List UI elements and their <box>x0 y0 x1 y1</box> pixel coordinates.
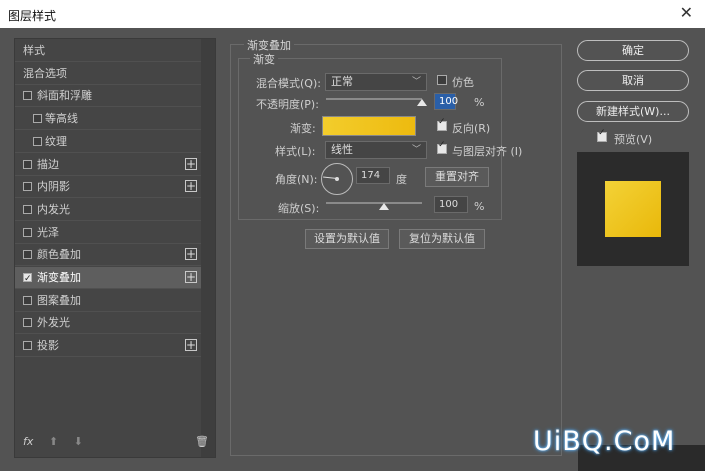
style-list-item[interactable]: 光泽 <box>15 222 201 244</box>
style-checkbox[interactable] <box>23 227 32 237</box>
style-list-item[interactable]: 描边 + <box>15 154 201 176</box>
chevron-down-icon: ﹀ <box>411 77 421 87</box>
style-checkbox[interactable] <box>23 159 32 169</box>
style-item-label: 内阴影 <box>37 180 70 194</box>
blend-mode-select[interactable]: 正常 ﹀ <box>325 73 427 91</box>
style-list-item[interactable]: 外发光 <box>15 312 201 335</box>
gradient-label: 渐变: <box>290 122 316 135</box>
style-list-item[interactable]: 内阴影 + <box>15 176 201 199</box>
opacity-slider-thumb[interactable] <box>417 99 427 106</box>
style-list-item[interactable]: 内发光 <box>15 199 201 221</box>
style-select[interactable]: 线性 ﹀ <box>325 141 427 159</box>
style-checkbox[interactable] <box>23 341 32 351</box>
blend-mode-value: 正常 <box>331 75 353 88</box>
angle-unit: 度 <box>396 173 407 186</box>
reverse-label: 反向(R) <box>452 122 491 135</box>
move-down-icon[interactable]: ⬇ <box>74 435 83 448</box>
scale-label: 缩放(S): <box>278 202 320 215</box>
styles-list: 样式混合选项斜面和浮雕等高线纹理描边 + 内阴影 + 内发光光泽颜色叠加 + 渐变叠加 + 图案… <box>14 38 216 458</box>
style-checkbox[interactable] <box>23 91 32 101</box>
new-style-button[interactable]: 新建样式(W)... <box>577 101 689 122</box>
reset-alignment-button[interactable]: 重置对齐 <box>425 167 489 187</box>
style-list-item[interactable]: 投影 + <box>15 335 201 358</box>
cancel-button[interactable]: 取消 <box>577 70 689 91</box>
dither-label: 仿色 <box>452 76 474 89</box>
close-icon[interactable]: ✕ <box>680 3 693 22</box>
style-item-label: 光泽 <box>37 225 59 239</box>
angle-input[interactable]: 174 <box>356 167 390 184</box>
set-default-button[interactable]: 设置为默认值 <box>305 229 389 249</box>
title-bar: 图层样式 ✕ <box>0 0 705 28</box>
subsection-title: 渐变 <box>250 51 278 67</box>
style-checkbox[interactable] <box>33 114 42 124</box>
list-footer: fx ⬆ ⬇ 🗑 <box>23 435 209 448</box>
style-item-label: 等高线 <box>45 112 78 126</box>
blend-mode-label: 混合模式(Q): <box>256 77 321 90</box>
angle-dial-needle <box>323 176 338 179</box>
style-item-label: 混合选项 <box>23 66 67 80</box>
style-item-label: 样式 <box>23 44 45 57</box>
add-instance-icon[interactable]: + <box>185 339 197 352</box>
watermark-logo: UiBQ.CoM <box>533 426 676 457</box>
angle-dial[interactable] <box>321 163 353 195</box>
style-checkbox[interactable] <box>23 295 32 305</box>
style-checkbox[interactable] <box>23 204 32 214</box>
gradient-swatch[interactable] <box>322 116 416 136</box>
preview-swatch <box>605 181 661 237</box>
style-list-item[interactable]: 纹理 <box>15 131 201 153</box>
style-item-label: 描边 <box>37 157 59 171</box>
ok-button[interactable]: 确定 <box>577 40 689 61</box>
opacity-unit: % <box>474 96 485 109</box>
style-item-label: 内发光 <box>37 202 70 216</box>
scale-unit: % <box>474 200 485 213</box>
scale-slider[interactable] <box>326 202 422 204</box>
dither-checkbox[interactable] <box>437 75 447 85</box>
style-list-item[interactable]: 混合选项 <box>15 63 201 85</box>
style-checkbox[interactable] <box>23 182 32 192</box>
scale-slider-thumb[interactable] <box>379 203 389 210</box>
trash-icon[interactable]: 🗑 <box>195 435 209 448</box>
preview-label: 预览(V) <box>614 133 653 146</box>
align-with-layer-label: 与图层对齐 (I) <box>452 145 523 158</box>
style-list-item[interactable]: 斜面和浮雕 <box>15 85 201 108</box>
style-list-item[interactable]: 颜色叠加 + <box>15 244 201 267</box>
opacity-label: 不透明度(P): <box>256 98 319 111</box>
style-item-label: 投影 <box>37 339 59 353</box>
opacity-slider[interactable] <box>326 98 422 100</box>
angle-label: 角度(N): <box>275 173 318 186</box>
add-instance-icon[interactable]: + <box>185 248 197 261</box>
style-item-label: 渐变叠加 <box>37 271 81 284</box>
style-item-label: 斜面和浮雕 <box>37 89 92 103</box>
style-checkbox[interactable] <box>23 268 32 290</box>
add-instance-icon[interactable]: + <box>185 271 197 283</box>
align-with-layer-checkbox[interactable] <box>437 140 447 154</box>
add-instance-icon[interactable]: + <box>185 180 197 193</box>
style-item-label: 图案叠加 <box>37 293 81 307</box>
opacity-input[interactable]: 100 <box>434 93 458 110</box>
style-checkbox[interactable] <box>23 318 32 328</box>
style-list-item[interactable]: 渐变叠加 + <box>15 267 201 290</box>
style-item-label: 外发光 <box>37 316 70 330</box>
style-value: 线性 <box>331 143 353 156</box>
style-label: 样式(L): <box>275 145 316 158</box>
style-checkbox[interactable] <box>33 136 42 146</box>
fx-icon[interactable]: fx <box>23 435 33 448</box>
reverse-checkbox[interactable] <box>437 117 447 131</box>
style-item-label: 颜色叠加 <box>37 248 81 262</box>
add-instance-icon[interactable]: + <box>185 157 197 170</box>
scale-input[interactable]: 100 <box>434 196 468 213</box>
style-item-label: 纹理 <box>45 134 67 148</box>
style-list-item[interactable]: 等高线 <box>15 108 201 131</box>
scrollbar[interactable] <box>201 39 215 457</box>
style-list-item[interactable]: 样式 <box>15 40 201 62</box>
preview-checkbox[interactable] <box>597 128 607 142</box>
style-checkbox[interactable] <box>23 250 32 260</box>
reset-default-button[interactable]: 复位为默认值 <box>399 229 485 249</box>
window-title: 图层样式 <box>8 9 57 23</box>
style-list-item[interactable]: 图案叠加 <box>15 290 201 312</box>
style-preview <box>577 152 689 266</box>
chevron-down-icon: ﹀ <box>411 145 421 155</box>
move-up-icon[interactable]: ⬆ <box>49 435 58 448</box>
